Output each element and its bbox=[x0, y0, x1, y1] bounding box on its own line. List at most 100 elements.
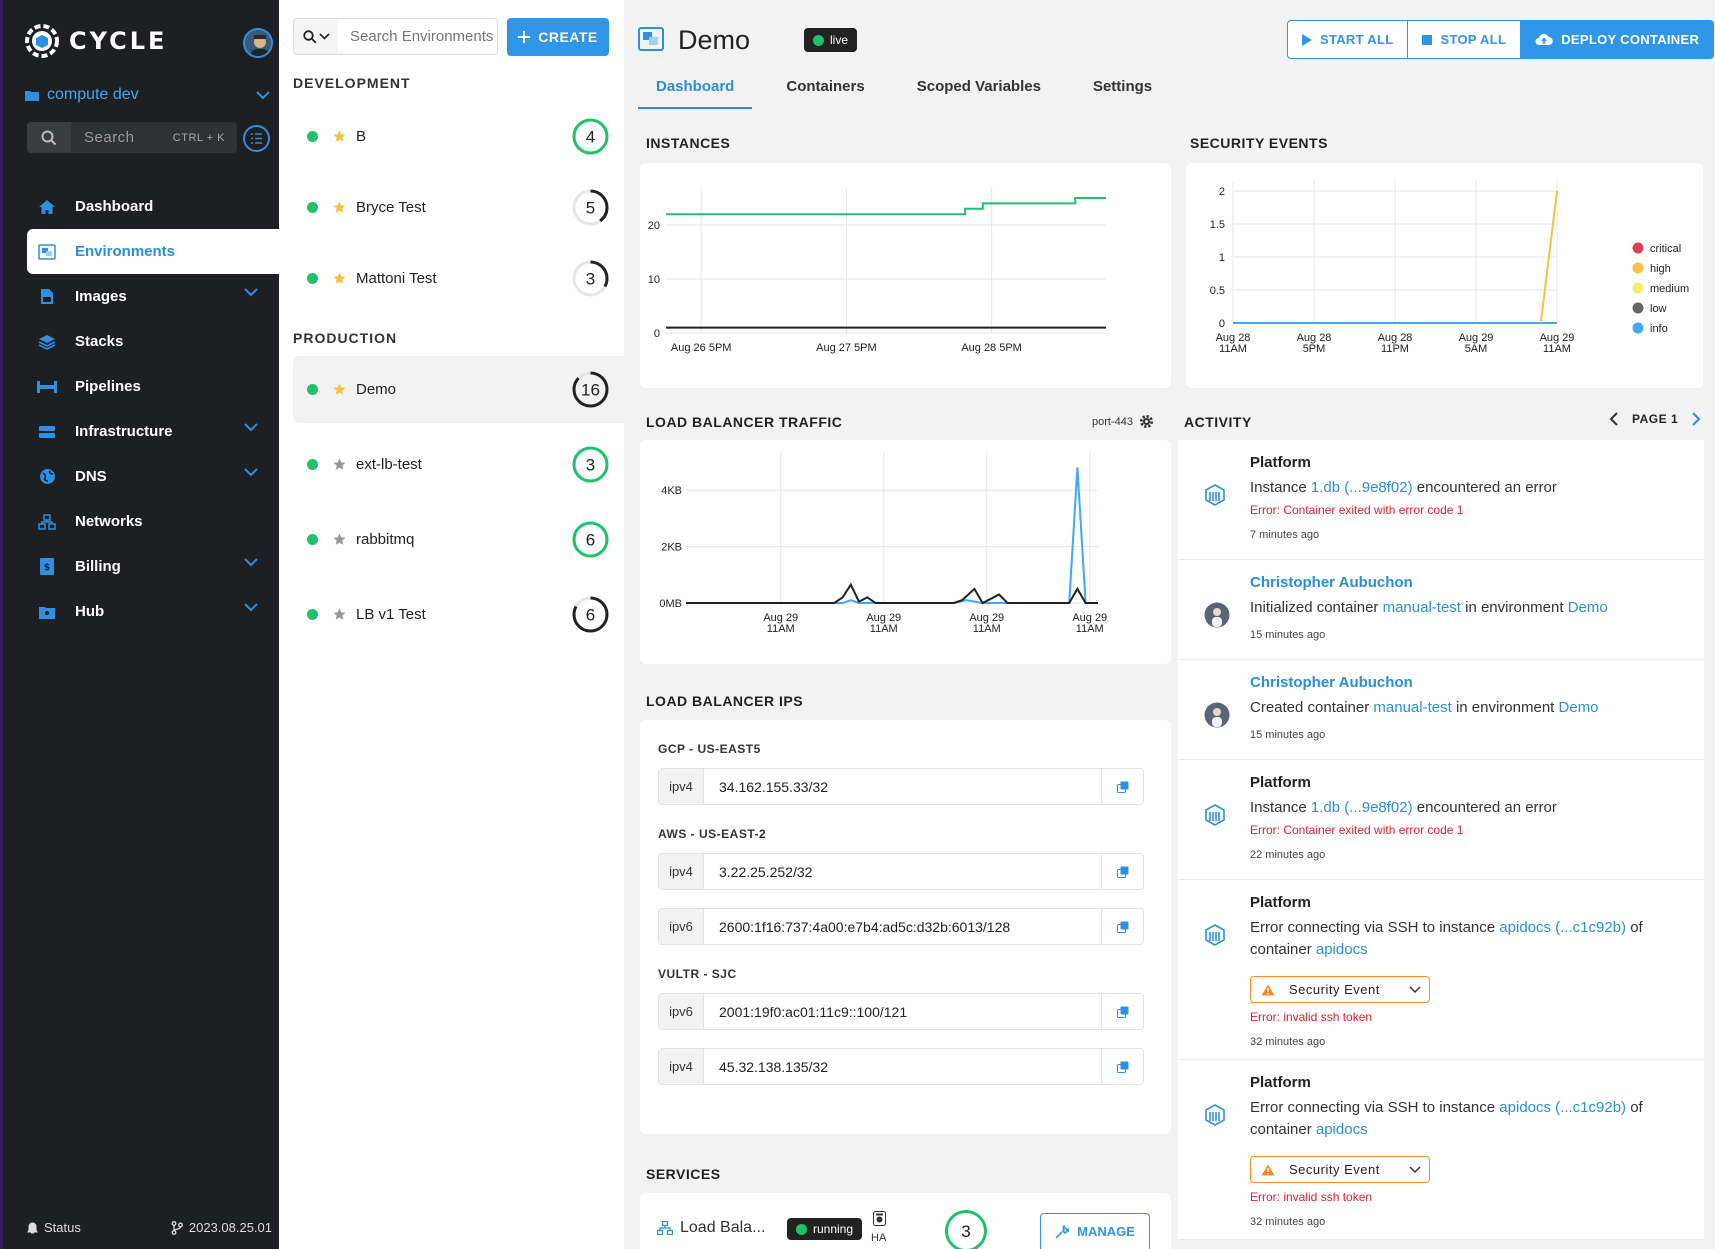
ip-row: ipv4 45.32.138.135/32 bbox=[658, 1048, 1144, 1085]
security-event-label: Security Event bbox=[1289, 1162, 1380, 1177]
start-all-button[interactable]: START ALL bbox=[1287, 20, 1409, 59]
star-icon[interactable] bbox=[333, 533, 346, 546]
instances-chart: 0 10 20 Aug 26 5PM Aug 27 5PM Aug 28 5PM bbox=[648, 188, 1106, 354]
star-icon[interactable] bbox=[333, 201, 346, 214]
sidebar-item-dns[interactable]: DNS bbox=[27, 454, 282, 499]
sidebar-item-billing[interactable]: $ Billing bbox=[27, 544, 282, 589]
tab-dashboard[interactable]: Dashboard bbox=[638, 78, 753, 109]
sidebar-item-pipelines[interactable]: Pipelines bbox=[27, 364, 282, 409]
home-icon bbox=[39, 199, 55, 214]
activity-time: 7 minutes ago bbox=[1250, 529, 1320, 541]
section-title-services: SERVICES bbox=[646, 1166, 721, 1182]
tab-containers[interactable]: Containers bbox=[768, 78, 882, 109]
deploy-container-button[interactable]: DEPLOY CONTAINER bbox=[1521, 20, 1715, 59]
message-link[interactable]: Demo bbox=[1568, 599, 1608, 616]
message-link[interactable]: apidocs (...c1c92b) bbox=[1499, 919, 1626, 936]
environment-item[interactable]: Demo 16 bbox=[293, 356, 624, 423]
manage-service-button[interactable]: MANAGE bbox=[1040, 1213, 1150, 1249]
message-text: Error connecting via SSH to instance bbox=[1250, 1099, 1500, 1116]
sidebar-item-networks[interactable]: Networks bbox=[27, 499, 282, 544]
chevron-left-icon[interactable] bbox=[1609, 412, 1618, 426]
sidebar-item-stacks[interactable]: Stacks bbox=[27, 319, 282, 364]
play-icon bbox=[1302, 33, 1312, 46]
star-icon[interactable] bbox=[333, 458, 346, 471]
environment-item[interactable]: rabbitmq 6 bbox=[293, 506, 624, 573]
copy-ip-button[interactable] bbox=[1101, 1049, 1143, 1084]
environment-item[interactable]: LB v1 Test 6 bbox=[293, 581, 624, 648]
global-search[interactable]: Search CTRL + K bbox=[27, 122, 237, 153]
group-heading-production: PRODUCTION bbox=[293, 330, 398, 346]
copy-ip-button[interactable] bbox=[1101, 854, 1143, 889]
y-tick-label: 2 bbox=[1219, 186, 1225, 198]
section-title-activity: ACTIVITY bbox=[1184, 414, 1252, 430]
environment-search-input[interactable] bbox=[338, 18, 498, 55]
activity-item: Platform Instance 1.db (...9e8f02) encoun… bbox=[1178, 760, 1704, 880]
container-count-value: 3 bbox=[586, 270, 595, 289]
environment-item[interactable]: Bryce Test 5 bbox=[293, 174, 624, 241]
security-event-dropdown[interactable]: Security Event bbox=[1250, 976, 1430, 1003]
security-event-label: Security Event bbox=[1289, 982, 1380, 997]
folder-icon bbox=[25, 91, 39, 101]
message-link[interactable]: apidocs (...c1c92b) bbox=[1499, 1099, 1626, 1116]
copy-ip-button[interactable] bbox=[1101, 994, 1143, 1029]
chevron-down-icon[interactable] bbox=[244, 423, 258, 432]
message-text: in environment bbox=[1451, 699, 1559, 716]
y-tick-label: 2KB bbox=[661, 542, 682, 554]
copy-ip-button[interactable] bbox=[1101, 769, 1143, 804]
activity-message: Error connecting via SSH to instance api… bbox=[1250, 917, 1690, 961]
message-link[interactable]: manual-test bbox=[1373, 699, 1451, 716]
ip-type: ipv4 bbox=[659, 769, 704, 804]
container-count-value: 6 bbox=[586, 606, 595, 625]
chevron-right-icon[interactable] bbox=[1692, 412, 1701, 426]
chevron-down-icon[interactable] bbox=[244, 558, 258, 567]
star-icon[interactable] bbox=[333, 383, 346, 396]
x-tick-label: Aug 28 11AM bbox=[1216, 332, 1251, 355]
tab-settings[interactable]: Settings bbox=[1075, 78, 1170, 109]
container-count: 3 bbox=[572, 446, 609, 483]
activity-user-link[interactable]: Christopher Aubuchon bbox=[1250, 674, 1413, 691]
copy-ip-button[interactable] bbox=[1101, 909, 1143, 944]
create-environment-button[interactable]: CREATE bbox=[507, 18, 609, 56]
load-balancer-traffic-chart-card: 0MB 2KB 4KB Aug 29 11AM Aug 29 11AM Aug 29 11AM A… bbox=[640, 440, 1171, 664]
message-link[interactable]: apidocs bbox=[1316, 1121, 1368, 1138]
legend-entry: info bbox=[1650, 323, 1668, 335]
checklist-button[interactable] bbox=[243, 125, 270, 152]
sidebar-item-dashboard[interactable]: Dashboard bbox=[27, 184, 282, 229]
sidebar-item-environments[interactable]: Environments bbox=[27, 229, 282, 274]
chevron-down-icon[interactable] bbox=[244, 288, 258, 297]
start-all-label: START ALL bbox=[1320, 32, 1394, 47]
message-link[interactable]: Demo bbox=[1559, 699, 1599, 716]
message-link[interactable]: apidocs bbox=[1316, 941, 1368, 958]
hub-selector[interactable]: compute dev bbox=[25, 86, 270, 104]
tab-scoped-variables[interactable]: Scoped Variables bbox=[899, 78, 1059, 109]
ip-type: ipv4 bbox=[659, 1049, 704, 1084]
service-row[interactable]: Load Bala... running HA 3 MANAGE bbox=[640, 1193, 1171, 1249]
activity-error: Error: Container exited with error code … bbox=[1250, 503, 1464, 517]
message-link[interactable]: 1.db (...9e8f02) bbox=[1311, 799, 1413, 816]
star-icon[interactable] bbox=[333, 130, 346, 143]
sidebar-item-infrastructure[interactable]: Infrastructure bbox=[27, 409, 282, 454]
version-link[interactable]: 2023.08.25.01 bbox=[171, 1220, 272, 1235]
chevron-down-icon[interactable] bbox=[244, 603, 258, 612]
stop-all-button[interactable]: STOP ALL bbox=[1408, 20, 1522, 59]
star-icon[interactable] bbox=[333, 608, 346, 621]
sidebar-item-hub[interactable]: Hub bbox=[27, 589, 282, 634]
star-icon[interactable] bbox=[333, 272, 346, 285]
cycle-logo[interactable]: CYCLE bbox=[25, 24, 167, 58]
environment-item[interactable]: ext-lb-test 3 bbox=[293, 431, 624, 498]
message-link[interactable]: manual-test bbox=[1383, 599, 1461, 616]
environment-item[interactable]: B4 bbox=[293, 103, 624, 170]
user-avatar[interactable] bbox=[243, 28, 273, 58]
environment-item[interactable]: Mattoni Test 3 bbox=[293, 245, 624, 312]
y-tick-label: 0.5 bbox=[1210, 285, 1225, 297]
status-link[interactable]: Status bbox=[27, 1220, 81, 1235]
security-event-dropdown[interactable]: Security Event bbox=[1250, 1156, 1430, 1183]
search-filter-button[interactable] bbox=[293, 18, 339, 55]
sidebar-item-label: Environments bbox=[75, 243, 176, 260]
load-balancer-traffic-chart: 0MB 2KB 4KB Aug 29 11AM Aug 29 11AM Aug 29 11AM A… bbox=[659, 452, 1107, 635]
activity-user-link[interactable]: Christopher Aubuchon bbox=[1250, 574, 1413, 591]
traffic-port-selector[interactable]: port-443 bbox=[1092, 414, 1154, 429]
sidebar-item-images[interactable]: Images bbox=[27, 274, 282, 319]
chevron-down-icon[interactable] bbox=[244, 468, 258, 477]
message-link[interactable]: 1.db (...9e8f02) bbox=[1311, 479, 1413, 496]
